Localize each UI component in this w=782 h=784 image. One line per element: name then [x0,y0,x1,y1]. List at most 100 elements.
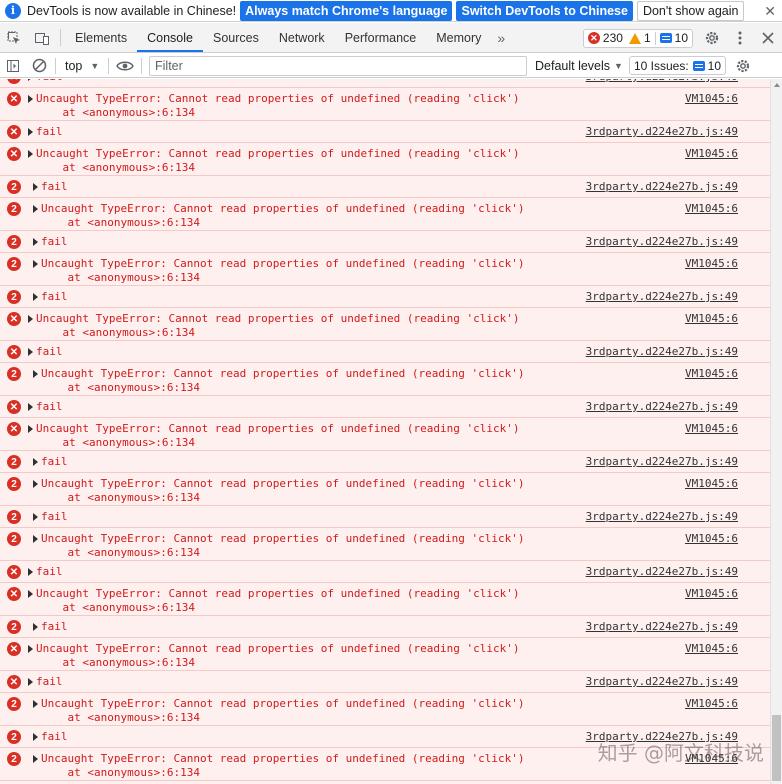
console-message-row[interactable]: 2 fail 3rdparty.d224e27b.js:49 [0,286,770,308]
console-settings-gear-icon[interactable] [730,54,756,78]
source-link[interactable]: 3rdparty.d224e27b.js:49 [586,79,738,84]
close-icon[interactable]: ✕ [764,3,776,20]
source-link[interactable]: 3rdparty.d224e27b.js:49 [586,290,738,304]
expand-arrow-icon[interactable] [33,623,38,631]
console-message-row[interactable]: ✕ Uncaught TypeError: Cannot read propert… [0,308,770,341]
tab-elements[interactable]: Elements [65,23,137,52]
source-link[interactable]: 3rdparty.d224e27b.js:49 [586,345,738,359]
expand-arrow-icon[interactable] [33,535,38,543]
source-link[interactable]: 3rdparty.d224e27b.js:49 [586,180,738,194]
expand-arrow-icon[interactable] [28,348,33,356]
expand-arrow-icon[interactable] [28,568,33,576]
expand-arrow-icon[interactable] [33,183,38,191]
expand-arrow-icon[interactable] [28,128,33,136]
console-message-row[interactable]: 2 Uncaught TypeError: Cannot read propert… [0,253,770,286]
source-link[interactable]: VM1045:6 [685,422,738,436]
expand-arrow-icon[interactable] [28,403,33,411]
source-link[interactable]: VM1045:6 [685,532,738,546]
expand-arrow-icon[interactable] [33,480,38,488]
expand-arrow-icon[interactable] [33,733,38,741]
scrollbar-thumb[interactable] [772,715,781,781]
issue-counter[interactable]: ✕ 230 1 10 [582,28,693,48]
source-link[interactable]: VM1045:6 [685,587,738,601]
device-toolbar-icon[interactable] [28,23,56,52]
expand-arrow-icon[interactable] [28,79,33,81]
source-link[interactable]: 3rdparty.d224e27b.js:49 [586,400,738,414]
source-link[interactable]: 3rdparty.d224e27b.js:49 [586,125,738,139]
live-expression-eye-icon[interactable] [112,54,138,78]
source-link[interactable]: 3rdparty.d224e27b.js:49 [586,235,738,249]
clear-console-icon[interactable] [26,54,52,78]
console-message-row[interactable]: 2 fail 3rdparty.d224e27b.js:49 [0,506,770,528]
always-match-language-button[interactable]: Always match Chrome's language [240,0,453,21]
expand-arrow-icon[interactable] [28,590,33,598]
console-message-row[interactable]: ✕ fail 3rdparty.d224e27b.js:49 [0,79,770,88]
source-link[interactable]: VM1045:6 [685,642,738,656]
tab-memory[interactable]: Memory [426,23,491,52]
switch-to-chinese-button[interactable]: Switch DevTools to Chinese [456,0,633,21]
sidebar-toggle-icon[interactable] [0,54,26,78]
log-levels-select[interactable]: Default levels ▼ [535,59,623,73]
console-message-row[interactable]: ✕ fail 3rdparty.d224e27b.js:49 [0,561,770,583]
expand-arrow-icon[interactable] [28,315,33,323]
console-message-row[interactable]: 2 Uncaught TypeError: Cannot read propert… [0,363,770,396]
source-link[interactable]: 3rdparty.d224e27b.js:49 [586,620,738,634]
expand-arrow-icon[interactable] [28,645,33,653]
console-message-row[interactable]: ✕ Uncaught TypeError: Cannot read propert… [0,418,770,451]
console-message-row[interactable]: 2 Uncaught TypeError: Cannot read propert… [0,198,770,231]
source-link[interactable]: 3rdparty.d224e27b.js:49 [586,510,738,524]
source-link[interactable]: 3rdparty.d224e27b.js:49 [586,730,738,744]
scroll-up-arrow-icon[interactable] [774,83,780,87]
source-link[interactable]: VM1045:6 [685,367,738,381]
console-message-row[interactable]: 2 fail 3rdparty.d224e27b.js:49 [0,726,770,748]
console-message-row[interactable]: ✕ fail 3rdparty.d224e27b.js:49 [0,121,770,143]
source-link[interactable]: VM1045:6 [685,257,738,271]
console-message-row[interactable]: 2 Uncaught TypeError: Cannot read propert… [0,528,770,561]
console-message-row[interactable]: 2 fail 3rdparty.d224e27b.js:49 [0,616,770,638]
dont-show-again-button[interactable]: Don't show again [636,0,745,21]
expand-arrow-icon[interactable] [28,150,33,158]
expand-arrow-icon[interactable] [33,370,38,378]
expand-arrow-icon[interactable] [33,700,38,708]
source-link[interactable]: 3rdparty.d224e27b.js:49 [586,455,738,469]
inspect-element-icon[interactable] [0,23,28,52]
console-message-row[interactable]: ✕ fail 3rdparty.d224e27b.js:49 [0,396,770,418]
console-message-row[interactable]: 2 fail 3rdparty.d224e27b.js:49 [0,231,770,253]
console-message-row[interactable]: 2 Uncaught TypeError: Cannot read propert… [0,693,770,726]
source-link[interactable]: VM1045:6 [685,697,738,711]
expand-arrow-icon[interactable] [33,755,38,763]
source-link[interactable]: VM1045:6 [685,312,738,326]
expand-arrow-icon[interactable] [33,260,38,268]
console-message-row[interactable]: 2 fail 3rdparty.d224e27b.js:49 [0,451,770,473]
tab-network[interactable]: Network [269,23,335,52]
expand-arrow-icon[interactable] [33,238,38,246]
filter-input[interactable] [149,55,527,76]
console-message-row[interactable]: ✕ Uncaught TypeError: Cannot read propert… [0,638,770,671]
source-link[interactable]: VM1045:6 [685,202,738,216]
console-message-row[interactable]: 2 Uncaught TypeError: Cannot read propert… [0,473,770,506]
close-devtools-icon[interactable] [754,23,782,53]
console-scrollbar[interactable] [770,79,782,784]
source-link[interactable]: VM1045:6 [685,92,738,106]
console-message-row[interactable]: 2 fail 3rdparty.d224e27b.js:49 [0,176,770,198]
console-message-row[interactable]: ✕ Uncaught TypeError: Cannot read propert… [0,583,770,616]
source-link[interactable]: VM1045:6 [685,147,738,161]
tab-sources[interactable]: Sources [203,23,269,52]
console-message-row[interactable]: ✕ Uncaught TypeError: Cannot read propert… [0,88,770,121]
expand-arrow-icon[interactable] [28,95,33,103]
expand-arrow-icon[interactable] [33,458,38,466]
expand-arrow-icon[interactable] [28,678,33,686]
console-message-row[interactable]: ✕ fail 3rdparty.d224e27b.js:49 [0,671,770,693]
javascript-context-select[interactable]: top ▼ [59,59,105,73]
issues-button[interactable]: 10 Issues: 10 [628,56,727,75]
source-link[interactable]: VM1045:6 [685,752,738,766]
source-link[interactable]: VM1045:6 [685,477,738,491]
expand-arrow-icon[interactable] [33,513,38,521]
settings-gear-icon[interactable] [698,23,726,53]
console-message-row[interactable]: 2 Uncaught TypeError: Cannot read propert… [0,748,770,781]
tab-console[interactable]: Console [137,23,203,52]
console-message-row[interactable]: ✕ Uncaught TypeError: Cannot read propert… [0,143,770,176]
expand-arrow-icon[interactable] [33,205,38,213]
expand-arrow-icon[interactable] [33,293,38,301]
source-link[interactable]: 3rdparty.d224e27b.js:49 [586,675,738,689]
